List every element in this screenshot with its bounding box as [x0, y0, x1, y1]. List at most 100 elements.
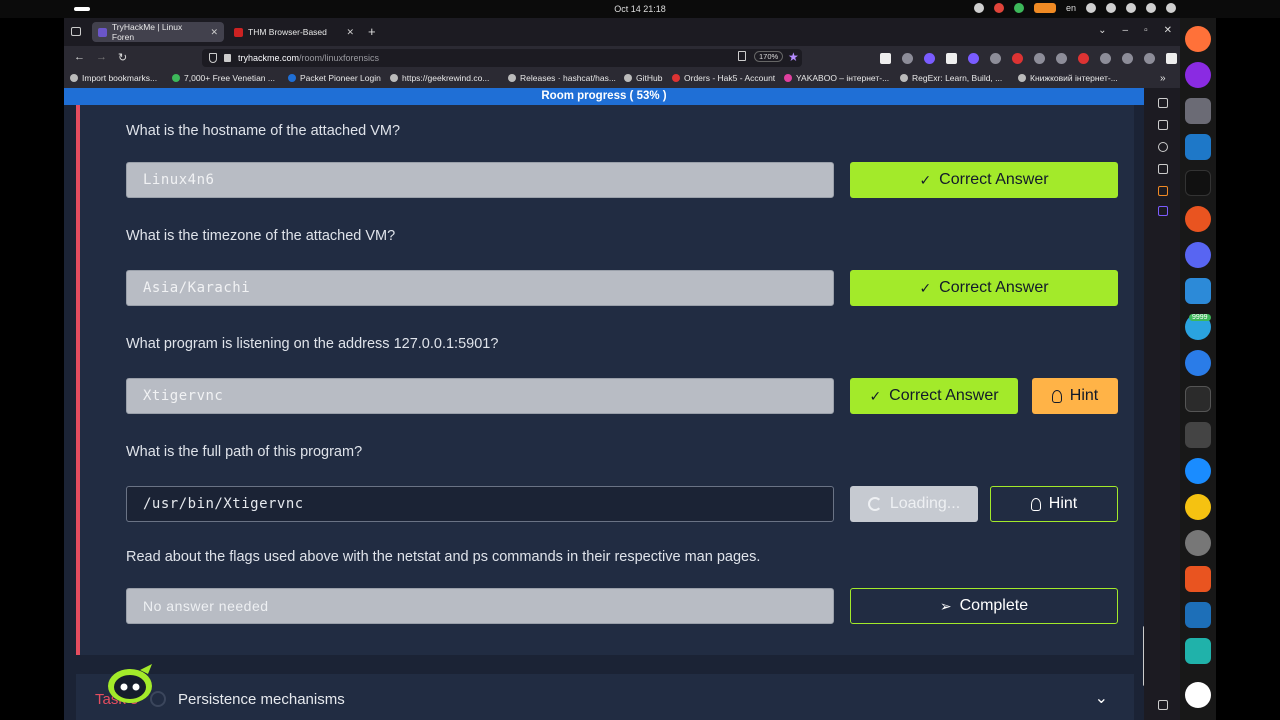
extension-record-icon[interactable]	[1078, 53, 1089, 64]
volume-icon[interactable]	[1146, 3, 1156, 13]
new-tab-button[interactable]: +	[368, 24, 376, 39]
hint-button[interactable]: Hint	[1032, 378, 1118, 414]
nav-bar: ← → ↻ tryhackme.com/room/linuxforensics …	[64, 46, 1180, 70]
tab-list-icon[interactable]	[71, 27, 81, 36]
answer-field[interactable]: Xtigervnc	[126, 378, 834, 414]
recording-tray-icon[interactable]	[1033, 3, 1056, 13]
extension-tool-icon[interactable]	[990, 53, 1001, 64]
extension-square-icon[interactable]	[946, 53, 957, 64]
close-window-button[interactable]: ✕	[1164, 25, 1172, 36]
extension-dash-icon[interactable]	[1034, 53, 1045, 64]
extension-puzzle-icon[interactable]	[902, 53, 913, 64]
tab-tryhackme[interactable]: TryHackMe | Linux Foren ✕	[92, 22, 224, 42]
sidebar-customize-icon[interactable]	[1158, 700, 1168, 710]
wifi-icon[interactable]	[1126, 3, 1136, 13]
reader-view-icon[interactable]	[738, 51, 746, 61]
firefox-icon[interactable]	[1185, 26, 1211, 52]
power-icon[interactable]	[1166, 3, 1176, 13]
reload-button[interactable]: ↻	[118, 51, 127, 64]
sidebar-settings-icon[interactable]	[1158, 98, 1168, 108]
wireshark-icon[interactable]	[1185, 602, 1211, 628]
keyboard-layout[interactable]: en	[1066, 3, 1076, 13]
bookmark-item[interactable]: YAKABOO – інтернет-...	[784, 73, 889, 83]
tor-browser-icon[interactable]	[1185, 62, 1211, 88]
help-icon[interactable]	[1185, 350, 1211, 376]
bookmarks-overflow-icon[interactable]: »	[1160, 73, 1166, 84]
send-icon: ➢	[939, 597, 952, 614]
bookmark-item[interactable]: Releases · hashcat/has...	[508, 73, 616, 83]
files-icon[interactable]	[1185, 98, 1211, 124]
chevron-down-icon[interactable]: ⌄	[1095, 688, 1108, 708]
app-tray-icon[interactable]	[993, 3, 1004, 13]
back-button[interactable]: ←	[74, 51, 85, 63]
telegram-badge: 9999	[1189, 314, 1211, 321]
question-text: What program is listening on the address…	[126, 336, 499, 352]
hint-button[interactable]: Hint	[990, 486, 1118, 522]
list-all-tabs-icon[interactable]: ⌄	[1098, 25, 1106, 36]
extension-m-icon[interactable]	[880, 53, 891, 64]
correct-answer-button[interactable]: ✓ Correct Answer	[850, 270, 1118, 306]
bookmark-item[interactable]: GitHub	[624, 73, 662, 83]
thm-favicon-icon	[234, 27, 243, 37]
bookmark-item[interactable]: https://geekrewind.co...	[390, 73, 489, 83]
clock-app-icon[interactable]	[1185, 530, 1211, 556]
url-bar[interactable]: tryhackme.com/room/linuxforensics	[202, 49, 802, 67]
extension-share-icon[interactable]	[1144, 53, 1155, 64]
extension-red-icon[interactable]	[1012, 53, 1023, 64]
complete-button[interactable]: ➢ Complete	[850, 588, 1118, 624]
shield-tray-icon[interactable]	[1013, 3, 1024, 13]
terminal-icon[interactable]	[1185, 386, 1211, 412]
answer-field[interactable]: Asia/Karachi	[126, 270, 834, 306]
zoom-indicator[interactable]: 170%	[754, 51, 784, 62]
correct-answer-button[interactable]: ✓ Correct Answer	[850, 378, 1018, 414]
answer-field[interactable]: /usr/bin/Xtigervnc	[126, 486, 834, 522]
sidebar-bookmarks-icon[interactable]	[1158, 120, 1168, 130]
libreoffice-writer-icon[interactable]	[1185, 134, 1211, 160]
vscode-icon[interactable]	[1185, 278, 1211, 304]
bookmark-item[interactable]: 7,000+ Free Venetian ...	[172, 73, 275, 83]
tradingview-icon[interactable]	[1185, 170, 1211, 196]
answer-field[interactable]: Linux4n6	[126, 162, 834, 198]
forward-button[interactable]: →	[96, 51, 107, 63]
bookmark-item[interactable]: Orders - Hak5 - Account	[672, 73, 775, 83]
software-center-icon[interactable]	[1185, 566, 1211, 592]
bookmark-star-icon[interactable]: ★	[788, 50, 799, 64]
mic-icon[interactable]	[1086, 3, 1096, 13]
brightness-icon[interactable]	[1106, 3, 1116, 13]
gimp-icon[interactable]	[1185, 422, 1211, 448]
bookmark-item[interactable]: Import bookmarks...	[70, 73, 157, 83]
telegram-tray-icon[interactable]	[973, 3, 984, 13]
close-tab-icon[interactable]: ✕	[346, 27, 354, 38]
menu-icon[interactable]	[1166, 53, 1177, 64]
extension-cookie-icon[interactable]	[1056, 53, 1067, 64]
power-app-icon[interactable]	[1185, 638, 1211, 664]
submit-loading-button[interactable]: Loading...	[850, 486, 978, 522]
sidebar-purple-icon[interactable]	[1158, 206, 1168, 216]
extension-shield-icon[interactable]	[968, 53, 979, 64]
extension-settings-icon[interactable]	[1122, 53, 1133, 64]
thunderbird-icon[interactable]	[1185, 458, 1211, 484]
task-5-header[interactable]: Task 5 Persistence mechanisms ⌄	[76, 674, 1134, 720]
extension-purple-icon[interactable]	[924, 53, 935, 64]
discord-icon[interactable]	[1185, 242, 1211, 268]
ubuntu-icon[interactable]	[1185, 682, 1211, 708]
sidebar-star-icon[interactable]	[1158, 164, 1168, 174]
app-icon[interactable]	[1185, 206, 1211, 232]
bookmark-item[interactable]: RegExr: Learn, Build, ...	[900, 73, 1002, 83]
correct-answer-button[interactable]: ✓ Correct Answer	[850, 162, 1118, 198]
tracking-shield-icon[interactable]	[209, 53, 217, 63]
lock-icon[interactable]	[224, 54, 231, 62]
screen-edge	[1216, 18, 1280, 720]
question-text: Read about the flags used above with the…	[126, 549, 761, 565]
maximize-button[interactable]: ▫	[1144, 25, 1148, 36]
sidebar-history-icon[interactable]	[1158, 142, 1168, 152]
extension-list-icon[interactable]	[1100, 53, 1111, 64]
bookmark-item[interactable]: Книжковий інтернет-...	[1018, 73, 1118, 83]
sidebar-extension-icon[interactable]	[1158, 186, 1168, 196]
bookmark-item[interactable]: Packet Pioneer Login	[288, 73, 381, 83]
minimize-button[interactable]: –	[1123, 25, 1129, 36]
tab-thm-browser[interactable]: THM Browser-Based ✕	[228, 22, 360, 42]
rhythmbox-icon[interactable]	[1185, 494, 1211, 520]
close-tab-icon[interactable]: ✕	[210, 27, 218, 38]
system-tray: en	[973, 3, 1176, 13]
